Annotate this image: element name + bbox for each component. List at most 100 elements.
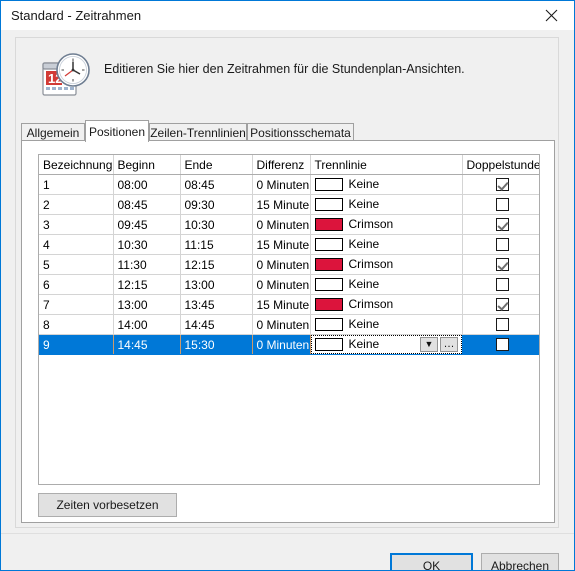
checkbox-checked-icon[interactable] [496, 258, 510, 271]
close-button[interactable] [529, 1, 574, 30]
cancel-button[interactable]: Abbrechen [481, 553, 559, 570]
table-row[interactable]: 5 11:30 12:15 0 Minuten Crimson [39, 254, 539, 275]
cell-ende[interactable]: 13:00 [180, 274, 253, 295]
table-row[interactable]: 2 08:45 09:30 15 Minuten Keine [39, 194, 539, 215]
column-header-trennlinie[interactable]: Trennlinie [310, 155, 463, 175]
cell-ende[interactable]: 13:45 [180, 294, 253, 315]
cell-differenz[interactable]: 0 Minuten [252, 214, 311, 235]
chevron-down-icon[interactable]: ▼ [420, 337, 438, 352]
cell-trennlinie-editor[interactable]: Keine ▼… [310, 334, 462, 355]
cell-ende[interactable]: 10:30 [180, 214, 253, 235]
cell-differenz[interactable]: 0 Minuten [252, 254, 311, 275]
cell-trennlinie[interactable]: Crimson [310, 294, 463, 315]
cell-trennlinie[interactable]: Keine [310, 314, 463, 335]
color-swatch [314, 278, 343, 291]
cell-trennlinie[interactable]: Keine [310, 234, 463, 255]
tab-allgemein[interactable]: Allgemein [21, 123, 85, 141]
tab-positionsschemata[interactable]: Positionsschemata [247, 123, 354, 141]
color-swatch [314, 198, 343, 211]
checkbox-checked-icon[interactable] [496, 298, 510, 311]
cell-differenz[interactable]: 0 Minuten [252, 334, 311, 355]
cell-bezeichnung[interactable]: 3 [39, 214, 114, 235]
cell-bezeichnung[interactable]: 2 [39, 194, 114, 215]
column-header-doppelstunde[interactable]: Doppelstunde [462, 155, 539, 175]
ellipsis-browse-button[interactable]: … [440, 337, 458, 352]
table-row[interactable]: 7 13:00 13:45 15 Minuten Crimson [39, 294, 539, 315]
cell-trennlinie[interactable]: Keine [310, 274, 463, 295]
cell-differenz[interactable]: 0 Minuten [252, 174, 311, 195]
checkbox-unchecked-icon[interactable] [496, 198, 510, 211]
ok-button[interactable]: OK [390, 553, 473, 570]
column-header-beginn[interactable]: Beginn [113, 155, 181, 175]
cell-doppelstunde[interactable] [462, 194, 539, 215]
cell-doppelstunde[interactable] [462, 214, 539, 235]
checkbox-checked-icon[interactable] [496, 178, 510, 191]
cell-trennlinie[interactable]: Crimson [310, 214, 463, 235]
checkbox-wrapper [467, 275, 540, 294]
positions-grid[interactable]: Bezeichnung Beginn Ende Differenz Trennl… [38, 154, 540, 485]
column-header-differenz[interactable]: Differenz [252, 155, 311, 175]
checkbox-unchecked-icon[interactable] [496, 238, 510, 251]
cell-beginn[interactable]: 11:30 [113, 254, 181, 275]
preset-times-button[interactable]: Zeiten vorbesetzen [38, 493, 177, 517]
table-row[interactable]: 4 10:30 11:15 15 Minuten Keine [39, 234, 539, 255]
column-header-bezeichnung[interactable]: Bezeichnung [39, 155, 114, 175]
checkbox-unchecked-icon[interactable] [496, 338, 509, 351]
cell-beginn[interactable]: 08:00 [113, 174, 181, 195]
table-row[interactable]: 6 12:15 13:00 0 Minuten Keine [39, 274, 540, 295]
cell-differenz[interactable]: 15 Minuten [252, 234, 311, 255]
cell-ende[interactable]: 11:15 [180, 234, 253, 255]
cell-trennlinie[interactable]: Keine [310, 194, 463, 215]
cell-bezeichnung[interactable]: 4 [39, 234, 114, 255]
cell-differenz[interactable]: 0 Minuten [252, 274, 311, 295]
trennlinie-content: Crimson [314, 255, 462, 274]
cell-bezeichnung[interactable]: 7 [39, 294, 114, 315]
cell-bezeichnung[interactable]: 5 [39, 254, 114, 275]
cell-beginn[interactable]: 08:45 [113, 194, 181, 215]
cell-ende[interactable]: 14:45 [180, 314, 253, 335]
cell-beginn[interactable]: 09:45 [113, 214, 181, 235]
cell-beginn[interactable]: 14:00 [113, 314, 181, 335]
cell-doppelstunde[interactable] [462, 254, 539, 275]
checkbox-unchecked-icon[interactable] [496, 278, 510, 291]
cell-bezeichnung[interactable]: 6 [39, 274, 114, 295]
tab-positionen[interactable]: Positionen [85, 120, 149, 142]
cell-doppelstunde[interactable] [462, 294, 539, 315]
trennlinie-content: Keine [314, 275, 462, 294]
cell-differenz[interactable]: 15 Minuten [252, 294, 311, 315]
dialog-window: Standard - Zeitrahmen 12 Editieren Sie h… [0, 0, 575, 571]
cell-differenz[interactable]: 0 Minuten [252, 314, 311, 335]
cell-doppelstunde[interactable] [462, 174, 539, 195]
table-row[interactable]: 3 09:45 10:30 0 Minuten Crimson [39, 214, 539, 235]
cell-doppelstunde[interactable] [462, 314, 539, 335]
cell-ende[interactable]: 09:30 [180, 194, 253, 215]
cell-ende[interactable]: 15:30 [180, 334, 253, 355]
checkbox-unchecked-icon[interactable] [496, 318, 510, 331]
dialog-description: Editieren Sie hier den Zeitrahmen für di… [104, 62, 465, 76]
cell-differenz[interactable]: 15 Minuten [252, 194, 311, 215]
tab-page-positionen: Bezeichnung Beginn Ende Differenz Trennl… [21, 140, 555, 523]
cell-bezeichnung[interactable]: 9 [39, 334, 114, 355]
cell-ende[interactable]: 12:15 [180, 254, 253, 275]
cell-beginn[interactable]: 10:30 [113, 234, 181, 255]
positions-table: Bezeichnung Beginn Ende Differenz Trennl… [39, 155, 539, 355]
cell-bezeichnung[interactable]: 8 [39, 314, 114, 335]
tab-zeilen-trennlinien[interactable]: Zeilen-Trennlinien [149, 123, 247, 141]
cell-beginn[interactable]: 12:15 [113, 274, 181, 295]
table-row[interactable]: 1 08:00 08:45 0 Minuten Keine [39, 174, 539, 195]
column-header-ende[interactable]: Ende [180, 155, 253, 175]
cell-doppelstunde[interactable] [462, 274, 540, 295]
cell-trennlinie[interactable]: Keine [310, 174, 463, 195]
table-row[interactable]: 9 14:45 15:30 0 Minuten Keine ▼… [39, 334, 539, 355]
table-row[interactable]: 8 14:00 14:45 0 Minuten Keine [39, 314, 539, 335]
trennlinie-combobox[interactable]: Keine ▼… [310, 335, 462, 354]
cell-trennlinie[interactable]: Crimson [310, 254, 463, 275]
cell-ende[interactable]: 08:45 [180, 174, 253, 195]
cell-bezeichnung[interactable]: 1 [39, 174, 114, 195]
color-swatch [314, 238, 343, 251]
checkbox-checked-icon[interactable] [496, 218, 510, 231]
cell-beginn[interactable]: 14:45 [113, 334, 181, 355]
cell-doppelstunde[interactable] [462, 334, 539, 355]
cell-doppelstunde[interactable] [462, 234, 539, 255]
cell-beginn[interactable]: 13:00 [113, 294, 181, 315]
